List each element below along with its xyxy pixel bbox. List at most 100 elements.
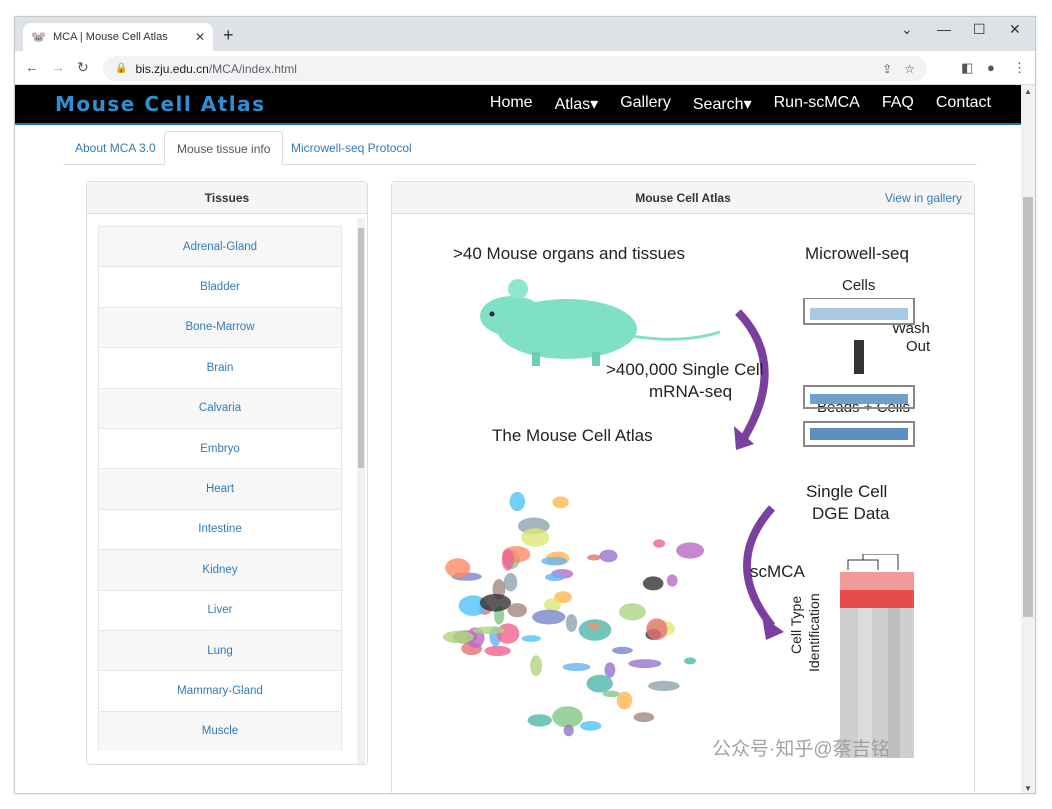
forward-button[interactable]: → — [51, 59, 65, 75]
web-page: Mouse Cell Atlas Home Atlas▾ Gallery Sea… — [15, 85, 1023, 793]
cell-cluster-blob — [552, 706, 583, 728]
tissue-item-adrenal-gland[interactable]: Adrenal-Gland — [98, 226, 342, 267]
mouse-illustration — [480, 279, 721, 366]
page-scrollbar[interactable]: ▲ ▼ — [1021, 85, 1035, 793]
cell-cluster-blob — [541, 556, 568, 566]
tab-search-icon[interactable]: ⌄ — [901, 21, 913, 38]
address-bar[interactable]: 🔒 bis.zju.edu.cn/MCA/index.html ⇪ ☆ — [103, 56, 927, 81]
tissue-list: Adrenal-Gland Bladder Bone-Marrow Brain … — [98, 226, 342, 756]
cell-cluster-blob — [563, 724, 574, 737]
main-nav: Home Atlas▾ Gallery Search▾ Run-scMCA FA… — [490, 94, 991, 114]
cell-cluster-blob — [684, 657, 696, 665]
tissues-panel-title: Tissues — [87, 182, 367, 214]
tissue-item-calvaria[interactable]: Calvaria — [98, 387, 342, 428]
figure-scmca-label: scMCA — [750, 562, 805, 581]
cell-cluster-blob — [501, 548, 514, 571]
cell-cluster-blob — [604, 662, 616, 678]
cell-cluster-blob — [545, 573, 565, 582]
nav-atlas[interactable]: Atlas▾ — [555, 94, 599, 114]
tab-title: MCA | Mouse Cell Atlas — [53, 31, 168, 43]
figure-atlas-label: The Mouse Cell Atlas — [492, 426, 653, 445]
tissue-item-brain[interactable]: Brain — [98, 347, 342, 388]
new-tab-button[interactable]: + — [223, 25, 234, 46]
figure-cells-label: Cells — [842, 277, 876, 294]
scroll-down-icon[interactable]: ▼ — [1024, 784, 1032, 793]
nav-run-scmca[interactable]: Run-scMCA — [774, 94, 860, 114]
cell-cluster-blob — [642, 576, 664, 591]
tissue-item-mammary-gland[interactable]: Mammary-Gland — [98, 670, 342, 711]
url-domain: bis.zju.edu.cn — [135, 61, 209, 76]
tissue-item-intestine[interactable]: Intestine — [98, 508, 342, 550]
cell-cluster-blob — [633, 712, 655, 723]
figure-single-cell-label-2: mRNA-seq — [649, 382, 733, 401]
cell-cluster-blob — [503, 573, 518, 592]
figure-dge-label-1: Single Cell — [806, 482, 888, 501]
cell-cluster-blob — [509, 491, 526, 512]
mouse-favicon-icon: 🐭 — [31, 30, 46, 44]
figure-single-cell-label-1: >400,000 Single Cell — [606, 360, 764, 379]
nav-faq[interactable]: FAQ — [882, 94, 914, 114]
mca-overview-figure: >40 Mouse organs and tissues Microwell-s… — [392, 214, 976, 762]
maximize-button[interactable]: ☐ — [973, 21, 986, 38]
cell-cluster-blob — [479, 594, 511, 612]
bookmark-star-icon[interactable]: ☆ — [904, 62, 915, 76]
browser-toolbar: ← → ↻ 🔒 bis.zju.edu.cn/MCA/index.html ⇪ … — [15, 51, 1035, 85]
site-brand[interactable]: Mouse Cell Atlas — [55, 92, 266, 116]
tissues-panel: Tissues Adrenal-Gland Bladder Bone-Marro… — [86, 181, 368, 765]
cell-cluster-blob — [602, 690, 620, 697]
cell-cluster-blob — [628, 659, 662, 669]
menu-kebab-icon[interactable]: ⋮ — [1013, 60, 1026, 76]
cell-cluster-blob — [588, 622, 601, 630]
profile-avatar-icon[interactable]: ● — [987, 60, 995, 75]
nav-gallery[interactable]: Gallery — [620, 94, 671, 114]
cell-cluster-blob — [484, 645, 511, 657]
share-icon[interactable]: ⇪ — [882, 62, 892, 76]
microwell-trays-illustration — [803, 298, 915, 447]
cell-cluster-blob — [599, 549, 618, 563]
figure-microwell-label: Microwell-seq — [805, 244, 909, 263]
cell-cluster-blob — [552, 496, 569, 509]
tissue-item-bladder[interactable]: Bladder — [98, 266, 342, 307]
tissue-item-liver[interactable]: Liver — [98, 589, 342, 630]
back-button[interactable]: ← — [25, 59, 39, 75]
cell-cluster-blob — [646, 618, 668, 641]
close-window-button[interactable]: ✕ — [1009, 21, 1021, 38]
tissue-item-kidney[interactable]: Kidney — [98, 549, 342, 590]
tissue-item-lung[interactable]: Lung — [98, 629, 342, 671]
tab-microwell-protocol[interactable]: Microwell-seq Protocol — [279, 131, 424, 165]
figure-cell-type-label-1: Cell Type — [788, 595, 804, 654]
watermark-text: 公众号·知乎@蔡吉铭 — [712, 739, 890, 760]
browser-tab[interactable]: 🐭 MCA | Mouse Cell Atlas ✕ — [23, 23, 213, 51]
tissue-item-muscle[interactable]: Muscle — [98, 710, 342, 752]
cell-cluster-blob — [527, 714, 552, 727]
figure-cell-type-label-2: Identification — [806, 593, 822, 672]
cell-cluster-blob — [587, 554, 602, 561]
side-panel-icon[interactable]: ◧ — [961, 60, 973, 76]
cell-cluster-blob — [648, 680, 680, 691]
nav-search[interactable]: Search▾ — [693, 94, 752, 114]
tsne-cluster-plot — [442, 491, 705, 737]
tab-about-mca[interactable]: About MCA 3.0 — [63, 131, 168, 165]
reload-button[interactable]: ↻ — [77, 59, 89, 76]
cell-cluster-blob — [580, 721, 602, 731]
nav-contact[interactable]: Contact — [936, 94, 991, 114]
tissue-list-scroll-thumb[interactable] — [358, 228, 364, 468]
cell-cluster-blob — [619, 603, 646, 621]
cell-cluster-blob — [653, 539, 666, 548]
tab-mouse-tissue-info[interactable]: Mouse tissue info — [164, 131, 284, 165]
info-tabs: About MCA 3.0 Mouse tissue info Microwel… — [63, 131, 977, 165]
page-scroll-thumb[interactable] — [1023, 197, 1033, 617]
minimize-button[interactable]: — — [937, 21, 951, 37]
cell-cluster-blob — [507, 603, 527, 618]
tissue-item-bone-marrow[interactable]: Bone-Marrow — [98, 306, 342, 348]
close-tab-icon[interactable]: ✕ — [195, 30, 205, 44]
tissue-list-scrollbar[interactable] — [357, 218, 365, 764]
nav-home[interactable]: Home — [490, 94, 533, 114]
tissue-item-embryo[interactable]: Embryo — [98, 427, 342, 469]
cell-cluster-blob — [578, 619, 612, 641]
scroll-up-icon[interactable]: ▲ — [1024, 87, 1032, 96]
view-in-gallery-link[interactable]: View in gallery — [885, 191, 962, 205]
tissue-item-heart[interactable]: Heart — [98, 468, 342, 509]
cell-cluster-blob — [496, 623, 520, 644]
tab-strip: 🐭 MCA | Mouse Cell Atlas ✕ + ⌄ — ☐ ✕ — [15, 17, 1035, 51]
